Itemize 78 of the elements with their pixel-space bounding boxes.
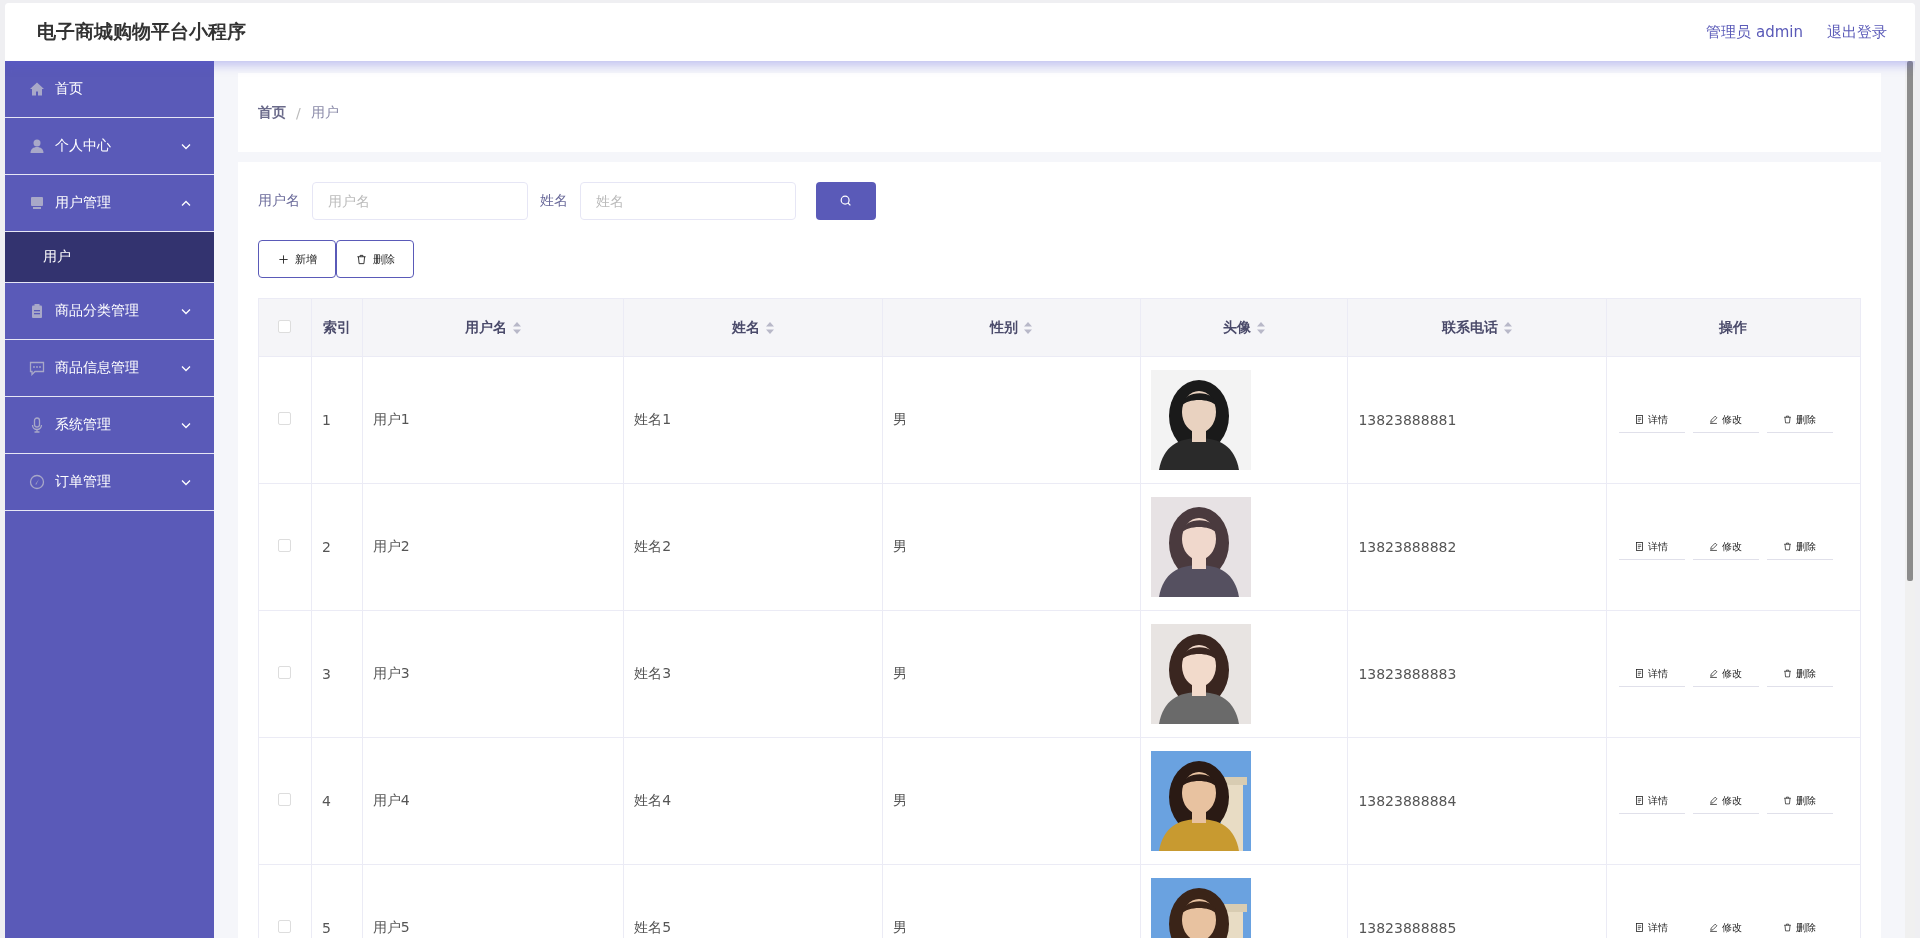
search-icon bbox=[839, 194, 853, 208]
field-label: 姓名 bbox=[540, 192, 568, 210]
home-icon bbox=[29, 81, 45, 97]
table-cell: 3 bbox=[321, 666, 331, 682]
checkbox[interactable] bbox=[278, 539, 292, 552]
trash-icon bbox=[1783, 669, 1793, 678]
logout-link[interactable]: 退出登录 bbox=[1827, 22, 1887, 42]
checkbox[interactable] bbox=[278, 412, 292, 425]
table-cell: 13823888884 bbox=[1358, 793, 1457, 809]
table-cell: 2 bbox=[321, 539, 331, 555]
clipboard-icon bbox=[29, 303, 45, 319]
scrollbar-thumb[interactable] bbox=[1907, 61, 1913, 581]
table-cell: 13823888885 bbox=[1358, 920, 1457, 936]
trash-icon bbox=[1783, 923, 1793, 932]
breadcrumb-separator: / bbox=[296, 104, 301, 121]
document-icon bbox=[1635, 669, 1645, 678]
search-field[interactable]: 用户名 bbox=[312, 182, 528, 220]
column-header: 索引 bbox=[311, 298, 363, 357]
table-cell: 姓名3 bbox=[634, 665, 672, 681]
trash-icon bbox=[1783, 796, 1793, 805]
column-header[interactable]: 姓名 bbox=[623, 298, 883, 357]
column-header[interactable]: 联系电话 bbox=[1347, 298, 1607, 357]
table-cell: 用户5 bbox=[372, 919, 410, 935]
table-cell: 用户3 bbox=[372, 665, 410, 681]
scrollbar[interactable] bbox=[1905, 61, 1915, 938]
column-header: 操作 bbox=[1606, 298, 1861, 357]
table-cell: 用户4 bbox=[372, 792, 410, 808]
pencil-icon bbox=[1709, 923, 1719, 932]
table-cell: 男 bbox=[892, 665, 907, 681]
table-cell: 姓名1 bbox=[634, 411, 672, 427]
person-icon bbox=[29, 138, 45, 154]
table-cell: 男 bbox=[892, 792, 907, 808]
pencil-icon bbox=[1709, 669, 1719, 678]
table-cell: 男 bbox=[892, 538, 907, 554]
admin-link[interactable]: 管理员 admin bbox=[1706, 22, 1803, 42]
table-cell: 男 bbox=[892, 919, 907, 935]
table-cell: 用户2 bbox=[372, 538, 410, 554]
delete-button[interactable]: 删除 bbox=[336, 240, 414, 278]
table-cell: 用户1 bbox=[372, 411, 410, 427]
microphone-icon bbox=[29, 417, 45, 433]
table-cell: 5 bbox=[321, 920, 331, 936]
pencil-icon bbox=[1709, 542, 1719, 551]
compass-icon bbox=[29, 474, 45, 490]
column-header[interactable]: 头像 bbox=[1140, 298, 1348, 357]
column-header[interactable]: 用户名 bbox=[362, 298, 624, 357]
trash-icon bbox=[1783, 542, 1793, 551]
chat-icon bbox=[29, 360, 45, 376]
table-cell: 姓名2 bbox=[634, 538, 672, 554]
table-cell: 13823888882 bbox=[1358, 539, 1457, 555]
table-cell: 13823888881 bbox=[1358, 412, 1457, 428]
column-header[interactable]: 性别 bbox=[882, 298, 1141, 357]
document-icon bbox=[1635, 796, 1645, 805]
search-field[interactable]: 姓名 bbox=[580, 182, 796, 220]
table-cell: 姓名5 bbox=[634, 919, 672, 935]
pencil-icon bbox=[1709, 796, 1719, 805]
document-icon bbox=[1635, 923, 1645, 932]
add-button[interactable]: 新增 bbox=[258, 240, 336, 278]
monitor-icon bbox=[29, 195, 45, 211]
checkbox[interactable] bbox=[278, 666, 292, 679]
submenu-item[interactable]: 用户 bbox=[5, 232, 214, 283]
trash-icon bbox=[1783, 415, 1793, 424]
pencil-icon bbox=[1709, 415, 1719, 424]
app-title: 电子商城购物平台小程序 bbox=[37, 19, 246, 44]
table-cell: 1 bbox=[321, 412, 331, 428]
breadcrumb-link[interactable]: 首页 bbox=[258, 103, 286, 122]
table-cell: 男 bbox=[892, 411, 907, 427]
document-icon bbox=[1635, 415, 1645, 424]
table-cell: 13823888883 bbox=[1358, 666, 1457, 682]
table-cell: 4 bbox=[321, 793, 331, 809]
document-icon bbox=[1635, 542, 1645, 551]
plus-icon bbox=[277, 253, 289, 265]
search-button[interactable] bbox=[816, 182, 876, 220]
field-label: 用户名 bbox=[258, 192, 300, 210]
checkbox[interactable] bbox=[278, 793, 292, 806]
trash-icon bbox=[355, 253, 367, 265]
table-cell: 姓名4 bbox=[634, 792, 672, 808]
checkbox[interactable] bbox=[278, 319, 292, 333]
checkbox[interactable] bbox=[278, 920, 292, 933]
